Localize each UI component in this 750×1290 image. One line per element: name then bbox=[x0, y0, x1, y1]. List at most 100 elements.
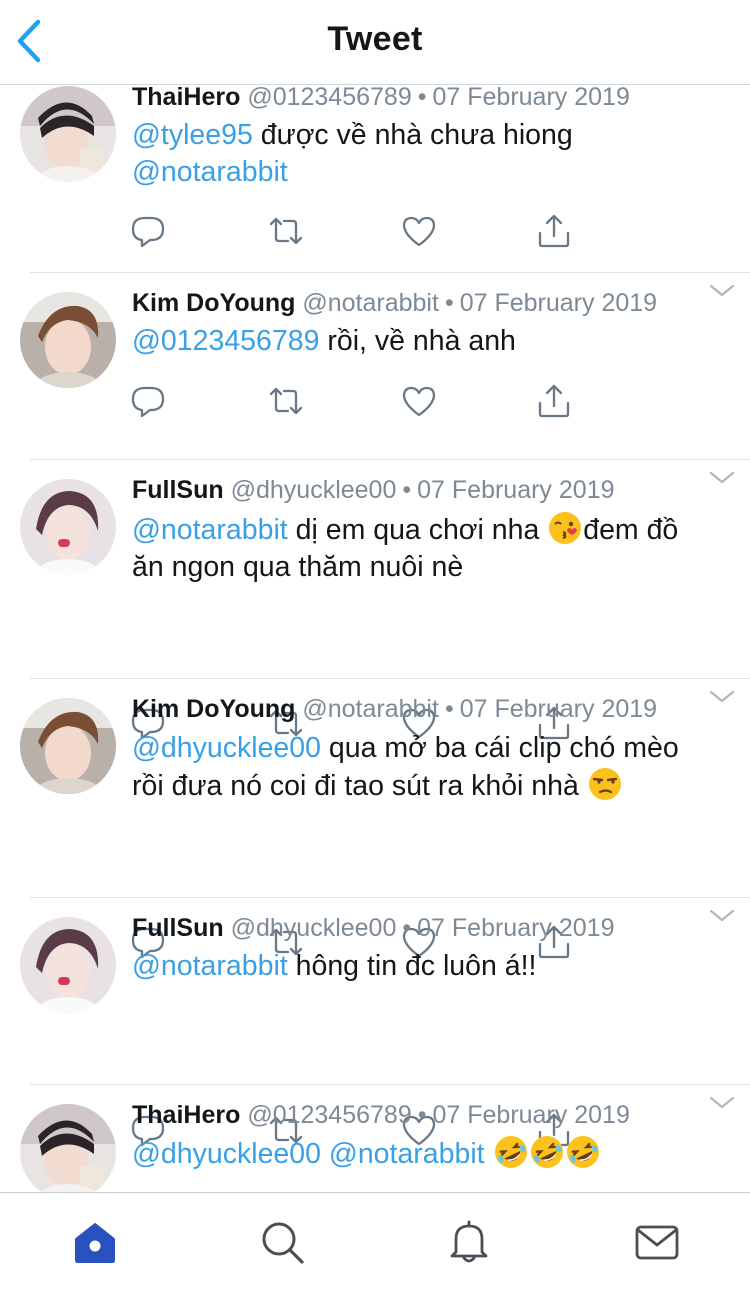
share-button[interactable] bbox=[536, 213, 572, 249]
handle[interactable]: @notarabbit bbox=[302, 289, 439, 317]
share-icon bbox=[538, 384, 570, 418]
handle[interactable]: @0123456789 bbox=[247, 1101, 411, 1129]
reply-icon bbox=[131, 216, 165, 248]
mention-link[interactable]: @notarabbit bbox=[132, 950, 288, 982]
chevron-down-icon[interactable] bbox=[708, 283, 736, 299]
display-name[interactable]: Kim DoYoung bbox=[132, 289, 295, 317]
unamused-face-emoji bbox=[588, 767, 622, 801]
tweet[interactable]: ThaiHero @0123456789 • 07 February 2019 @d… bbox=[0, 1085, 750, 1192]
tweet[interactable]: ThaiHero @0123456789 • 07 February 2019 @t… bbox=[0, 85, 750, 272]
home-icon bbox=[75, 1223, 115, 1263]
tweet-header: FullSun @dhyucklee00 • 07 February 2019 bbox=[132, 476, 615, 504]
share-icon bbox=[538, 214, 570, 248]
tweet-text-segment: ăn ngon qua thăm nuôi nè bbox=[132, 551, 464, 583]
tab-messages[interactable] bbox=[634, 1219, 680, 1265]
reply-list[interactable]: ThaiHero @0123456789 • 07 February 2019 @t… bbox=[0, 85, 750, 1192]
bell-icon bbox=[450, 1220, 488, 1263]
mention-link[interactable]: @notarabbit bbox=[329, 1138, 485, 1170]
tweet-text-segment: dị em qua chơi nha bbox=[287, 514, 548, 546]
tweet-text-segment: được về nhà chưa hiong bbox=[252, 119, 573, 151]
heart-icon bbox=[402, 216, 436, 247]
like-button[interactable] bbox=[401, 383, 437, 419]
tweet-text: @dhyucklee00 @notarabbit bbox=[132, 1135, 732, 1173]
display-name[interactable]: Kim DoYoung bbox=[132, 695, 295, 723]
mention-link[interactable]: @tylee95 bbox=[132, 119, 253, 151]
tweet-header: Kim DoYoung @notarabbit • 07 February 2019 bbox=[132, 289, 658, 317]
display-name[interactable]: FullSun bbox=[132, 476, 224, 504]
tweet-header: FullSun @dhyucklee00 • 07 February 2019 bbox=[132, 914, 615, 942]
heart-icon bbox=[402, 386, 436, 417]
tab-search[interactable] bbox=[259, 1219, 305, 1265]
tweet-text-segment: hông tin đc luôn á!! bbox=[287, 950, 537, 982]
chevron-down-icon[interactable] bbox=[708, 1095, 736, 1111]
tweet[interactable]: Kim DoYoung @notarabbit • 07 February 2019… bbox=[0, 679, 750, 959]
tweet-text-segment: đem đồ bbox=[583, 514, 679, 546]
handle[interactable]: @dhyucklee00 bbox=[231, 914, 397, 942]
tweet-text: @dhyucklee00 qua mở ba cái clip chó mèo … bbox=[132, 730, 732, 805]
reply-button[interactable] bbox=[130, 213, 166, 249]
avatar[interactable] bbox=[20, 917, 116, 1013]
chevron-down-icon[interactable] bbox=[708, 470, 736, 486]
rofl-emoji bbox=[566, 1135, 600, 1169]
mention-link[interactable]: @notarabbit bbox=[132, 514, 288, 546]
share-button[interactable] bbox=[536, 383, 572, 419]
mention-link[interactable]: @notarabbit bbox=[132, 156, 288, 188]
tweet[interactable]: FullSun @dhyucklee00 • 07 February 2019 @n… bbox=[0, 898, 750, 1147]
chevron-down-icon[interactable] bbox=[708, 689, 736, 705]
tweet-text: @notarabbit hông tin đc luôn á!! bbox=[132, 948, 732, 985]
tweet-text: @notarabbit dị em qua chơi nha đem đồ ăn… bbox=[132, 511, 732, 586]
tweet-header: ThaiHero @0123456789 • 07 February 2019 bbox=[132, 85, 630, 111]
tweet-date: 07 February 2019 bbox=[459, 289, 658, 317]
mail-icon bbox=[635, 1225, 679, 1260]
retweet-button[interactable] bbox=[268, 383, 304, 419]
tweet-text: @tylee95 được về nhà chưa hiong @notarab… bbox=[132, 117, 732, 191]
tweet[interactable]: Kim DoYoung @notarabbit • 07 February 2019… bbox=[0, 273, 750, 459]
tweet-text-segment: qua mở ba cái clip chó mèo bbox=[320, 732, 679, 764]
tab-home[interactable] bbox=[72, 1219, 118, 1265]
tweet-date: 07 February 2019 bbox=[432, 1101, 630, 1129]
kissing-face-emoji bbox=[548, 511, 582, 545]
handle[interactable]: @0123456789 bbox=[247, 85, 411, 111]
retweet-icon bbox=[269, 217, 303, 245]
tweet-text-segment: rồi, về nhà anh bbox=[319, 325, 516, 357]
tweet-date: 07 February 2019 bbox=[417, 476, 615, 504]
reply-button[interactable] bbox=[130, 383, 166, 419]
rofl-emoji bbox=[494, 1135, 528, 1169]
avatar[interactable] bbox=[20, 1104, 116, 1192]
display-name[interactable]: FullSun bbox=[132, 914, 224, 942]
like-button[interactable] bbox=[401, 213, 437, 249]
reply-icon bbox=[131, 386, 165, 418]
mention-link[interactable]: @dhyucklee00 bbox=[132, 732, 321, 764]
tab-notifications[interactable] bbox=[446, 1219, 492, 1265]
rofl-emoji bbox=[530, 1135, 564, 1169]
handle[interactable]: @notarabbit bbox=[302, 695, 439, 723]
mention-link[interactable]: @dhyucklee00 bbox=[132, 1138, 321, 1170]
mention-link[interactable]: @0123456789 bbox=[132, 325, 319, 357]
top-nav-bar: Tweet bbox=[0, 0, 750, 85]
tweet-header: ThaiHero @0123456789 • 07 February 2019 bbox=[132, 1101, 630, 1129]
avatar[interactable] bbox=[20, 86, 116, 182]
tweet-date: 07 February 2019 bbox=[459, 695, 658, 723]
tweet-header: Kim DoYoung @notarabbit • 07 February 2019 bbox=[132, 695, 658, 723]
tweet-actions bbox=[130, 213, 590, 253]
display-name[interactable]: ThaiHero bbox=[132, 85, 240, 111]
page-title: Tweet bbox=[327, 20, 423, 58]
tweet-actions bbox=[130, 383, 590, 423]
search-icon bbox=[262, 1222, 304, 1264]
bottom-tab-bar bbox=[0, 1192, 750, 1290]
chevron-down-icon[interactable] bbox=[708, 908, 736, 924]
tweet-text-segment bbox=[485, 1138, 493, 1170]
avatar[interactable] bbox=[20, 698, 116, 794]
tweet-date: 07 February 2019 bbox=[432, 85, 630, 111]
display-name[interactable]: ThaiHero bbox=[132, 1101, 240, 1129]
tweet-text-segment bbox=[321, 1138, 329, 1170]
retweet-button[interactable] bbox=[268, 213, 304, 249]
tweet-text-segment: rồi đưa nó coi đi tao sút ra khỏi nhà bbox=[132, 770, 587, 802]
avatar[interactable] bbox=[20, 292, 116, 388]
avatar[interactable] bbox=[20, 479, 116, 575]
retweet-icon bbox=[269, 387, 303, 415]
tweet-date: 07 February 2019 bbox=[417, 914, 615, 942]
tweet[interactable]: FullSun @dhyucklee00 • 07 February 2019 @n… bbox=[0, 460, 750, 740]
handle[interactable]: @dhyucklee00 bbox=[231, 476, 397, 504]
tweet-text: @0123456789 rồi, về nhà anh bbox=[132, 323, 732, 360]
